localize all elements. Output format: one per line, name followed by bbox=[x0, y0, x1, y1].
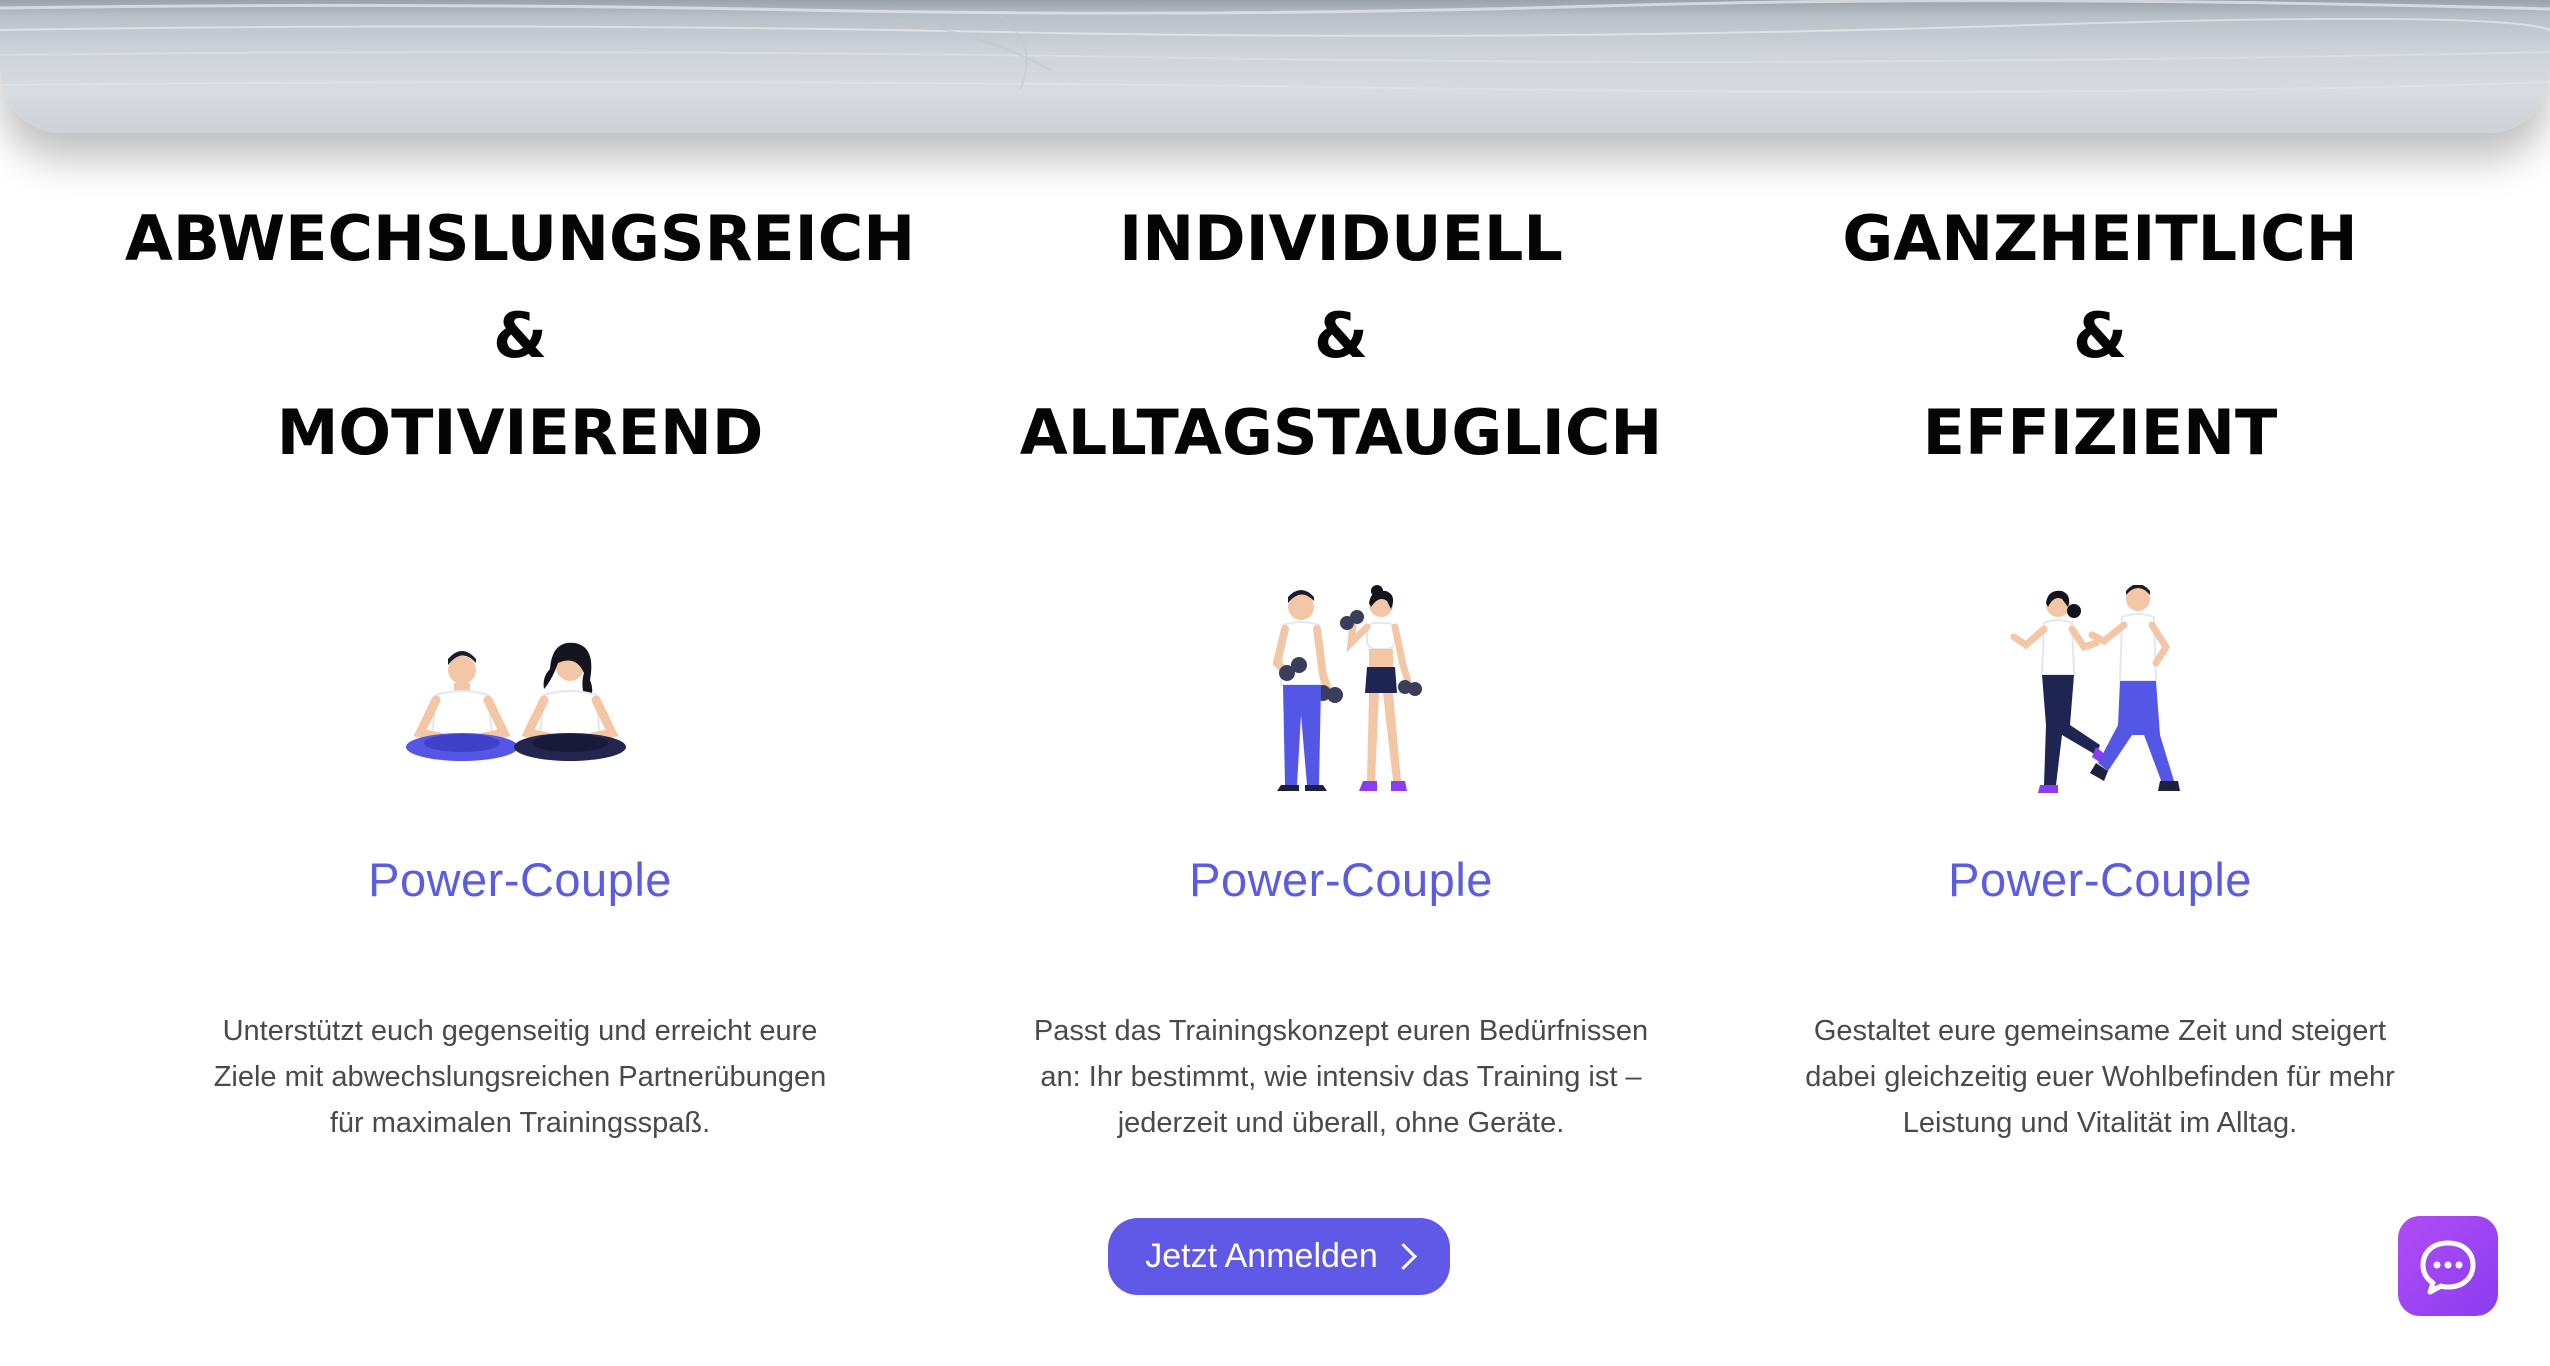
description-line: dabei gleichzeitig euer Wohlbefinden für… bbox=[1805, 1061, 2395, 1093]
features-section: ABWECHSLUNGSREICH & MOTIVIEREND Power-Co… bbox=[0, 190, 2550, 1170]
heading-line: MOTIVIEREND bbox=[276, 396, 764, 469]
register-button-label: Jetzt Anmelden bbox=[1145, 1237, 1378, 1275]
chat-bubble-icon bbox=[2420, 1240, 2476, 1295]
feature-subtitle: Power-Couple bbox=[1189, 853, 1493, 906]
feature-description: Gestaltet eure gemeinsame Zeit und steig… bbox=[1700, 1008, 2500, 1146]
chat-button[interactable] bbox=[2398, 1216, 2498, 1316]
feature-heading: GANZHEITLICH & EFFIZIENT bbox=[1700, 190, 2500, 481]
heading-line: ABWECHSLUNGSREICH bbox=[124, 202, 916, 275]
couple-meditating-illustration bbox=[120, 585, 920, 815]
couple-dumbbells-illustration bbox=[941, 585, 1741, 815]
heading-line: GANZHEITLICH bbox=[1842, 202, 2358, 275]
description-line: Passt das Trainingskonzept euren Bedürfn… bbox=[1033, 1015, 1649, 1047]
register-button[interactable]: Jetzt Anmelden bbox=[1108, 1218, 1450, 1295]
feature-heading: INDIVIDUELL & ALLTAGSTAUGLICH bbox=[941, 190, 1741, 481]
description-line: an: Ihr bestimmt, wie intensiv das Train… bbox=[1040, 1061, 1642, 1093]
heading-line: EFFIZIENT bbox=[1922, 396, 2278, 469]
heading-line: & bbox=[2072, 299, 2128, 372]
description-line: Unterstützt euch gegenseitig und erreich… bbox=[222, 1015, 818, 1047]
description-line: Ziele mit abwechslungsreichen Partnerübu… bbox=[213, 1061, 827, 1093]
feature-subtitle: Power-Couple bbox=[368, 853, 672, 906]
feature-description: Passt das Trainingskonzept euren Bedürfn… bbox=[941, 1008, 1741, 1146]
feature-heading: ABWECHSLUNGSREICH & MOTIVIEREND bbox=[120, 190, 920, 481]
description-line: für maximalen Trainingsspaß. bbox=[329, 1107, 711, 1139]
heading-line: & bbox=[1313, 299, 1369, 372]
heading-line: INDIVIDUELL bbox=[1119, 202, 1563, 275]
page: ABWECHSLUNGSREICH & MOTIVIEREND Power-Co… bbox=[0, 0, 2550, 1366]
feature-column-3: GANZHEITLICH & EFFIZIENT Power-Couple Ge… bbox=[1700, 190, 2500, 1139]
hero-image bbox=[0, 0, 2550, 133]
couple-running-illustration bbox=[1700, 585, 2500, 815]
chevron-right-icon bbox=[1389, 1243, 1417, 1270]
feature-description: Unterstützt euch gegenseitig und erreich… bbox=[120, 1008, 920, 1146]
feature-column-2: INDIVIDUELL & ALLTAGSTAUGLICH Power-Coup… bbox=[941, 190, 1741, 1139]
heading-line: ALLTAGSTAUGLICH bbox=[1019, 396, 1663, 469]
feature-subtitle: Power-Couple bbox=[1948, 853, 2252, 906]
description-line: Gestaltet eure gemeinsame Zeit und steig… bbox=[1813, 1015, 2387, 1047]
feature-column-1: ABWECHSLUNGSREICH & MOTIVIEREND Power-Co… bbox=[120, 190, 920, 1139]
description-line: Leistung und Vitalität im Alltag. bbox=[1902, 1107, 2298, 1139]
description-line: jederzeit und überall, ohne Geräte. bbox=[1117, 1107, 1565, 1139]
heading-line: & bbox=[492, 299, 548, 372]
